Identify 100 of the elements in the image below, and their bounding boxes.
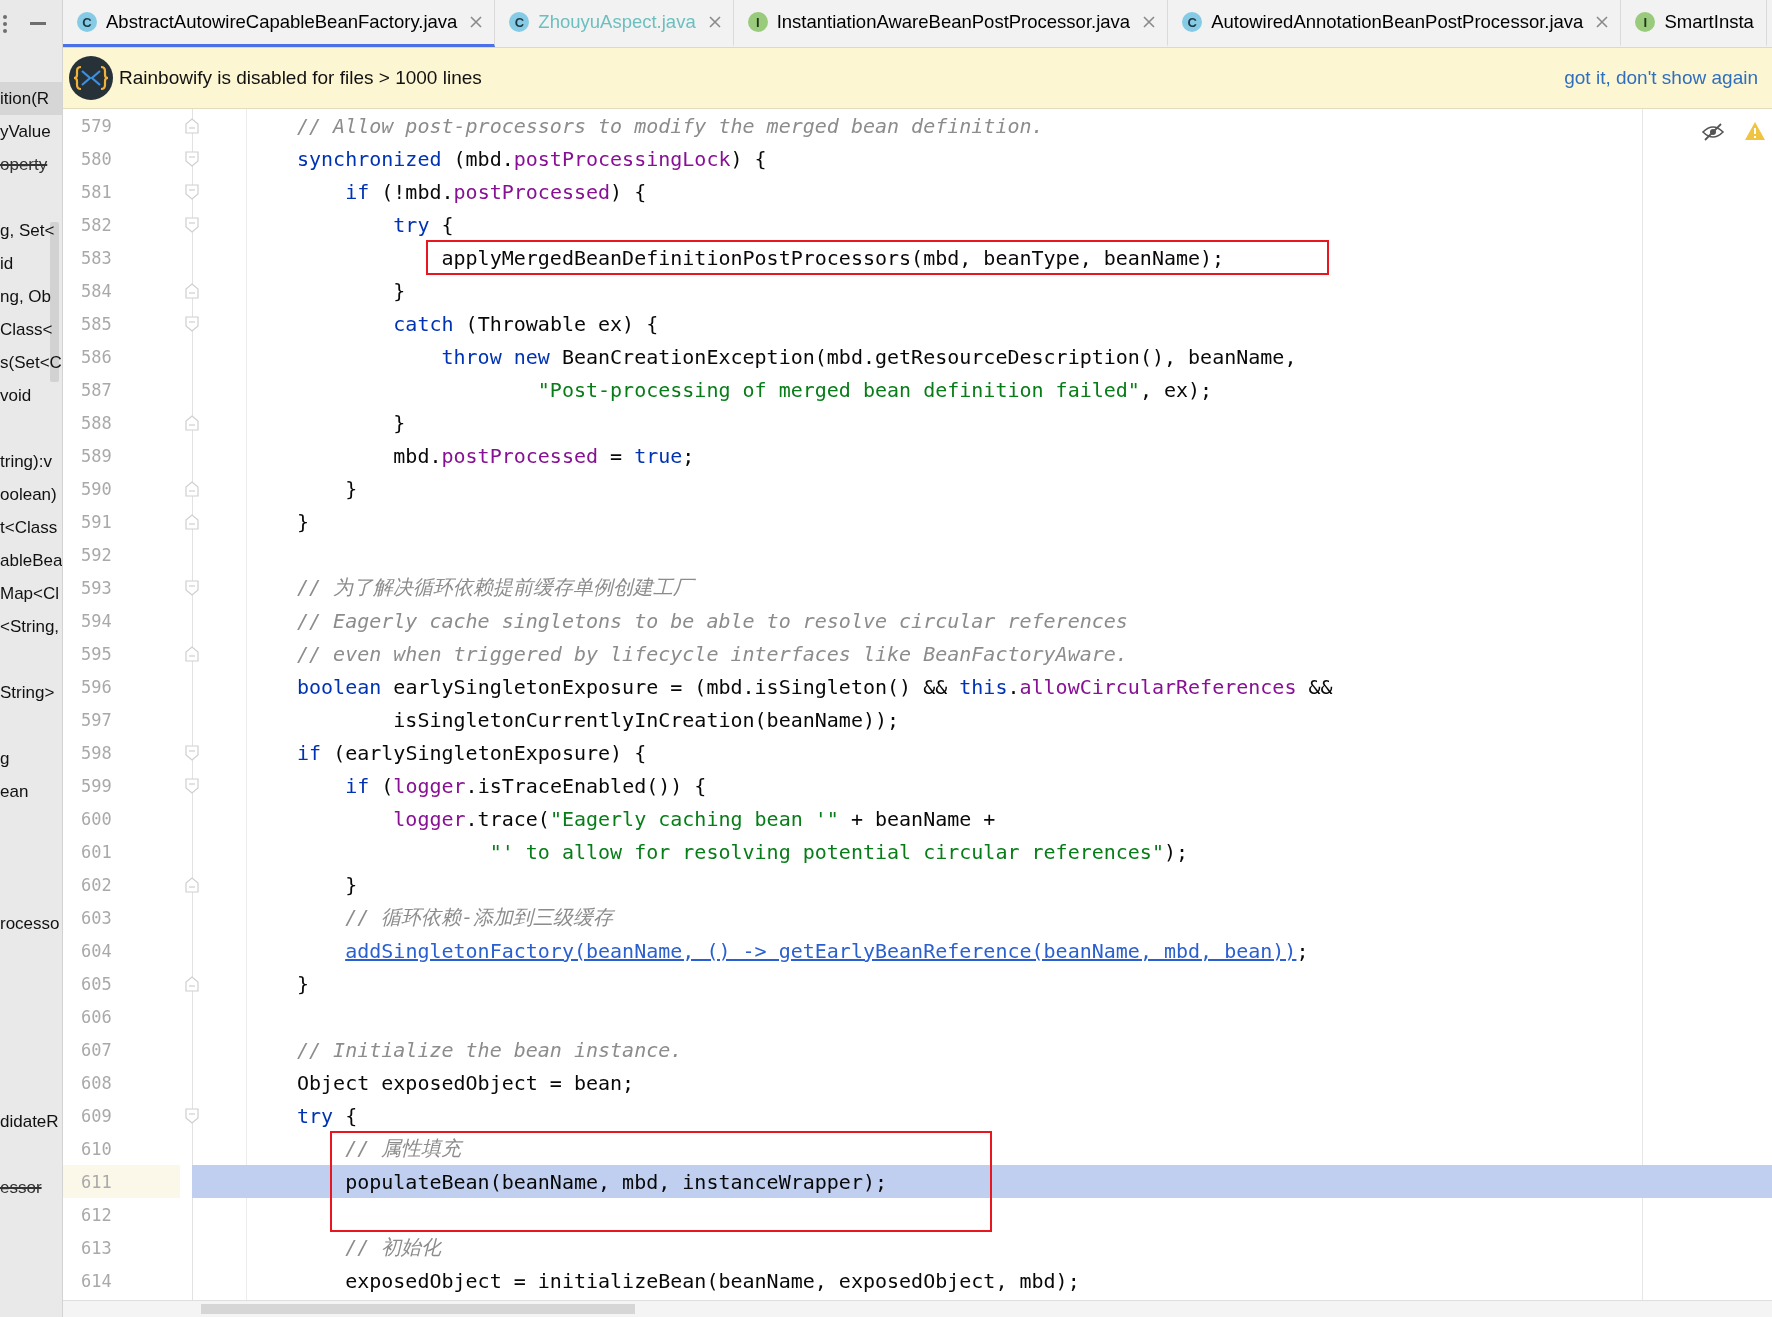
structure-item[interactable]: didateR xyxy=(0,1111,59,1132)
line-number: 605 xyxy=(81,973,112,994)
scrollbar-thumb[interactable] xyxy=(201,1304,635,1314)
line-number: 602 xyxy=(81,874,112,895)
structure-item[interactable]: ableBea xyxy=(0,550,62,571)
structure-item[interactable]: Class< xyxy=(0,319,53,340)
code-line: synchronized (mbd.postProcessingLock) { xyxy=(297,146,767,171)
line-number: 600 xyxy=(81,808,112,829)
close-icon[interactable] xyxy=(1143,16,1156,28)
fold-icon[interactable] xyxy=(185,579,199,596)
structure-item[interactable]: g, Set< xyxy=(0,220,55,241)
code-line: if (logger.isTraceEnabled()) { xyxy=(344,773,707,798)
line-number: 581 xyxy=(81,181,112,202)
file-type-icon: C xyxy=(77,12,97,32)
code-line: } xyxy=(344,872,358,897)
line-number: 609 xyxy=(81,1105,112,1126)
fold-icon[interactable] xyxy=(185,216,199,233)
editor-tab[interactable]: C AutowiredAnnotationBeanPostProcessor.java xyxy=(1168,0,1622,47)
fold-icon[interactable] xyxy=(185,480,199,497)
structure-item[interactable]: essor xyxy=(0,1177,42,1198)
line-number: 590 xyxy=(81,478,112,499)
structure-item[interactable]: yValue xyxy=(0,121,51,142)
line-number: 584 xyxy=(81,280,112,301)
file-type-icon: I xyxy=(747,12,768,32)
code-line: } xyxy=(297,509,310,534)
line-number: 595 xyxy=(81,643,112,664)
structure-item[interactable]: oolean) xyxy=(0,484,57,505)
code-line: "' to allow for resolving potential circular references"); xyxy=(488,839,1189,864)
fold-icon[interactable] xyxy=(185,1107,199,1124)
warning-icon[interactable] xyxy=(1744,121,1766,141)
code-line: catch (Throwable ex) { xyxy=(392,311,659,336)
structure-item[interactable]: s(Set<C xyxy=(0,352,62,373)
editor-tab[interactable]: C ZhouyuAspect.java xyxy=(495,0,734,47)
line-number: 601 xyxy=(81,841,112,862)
code-line: } xyxy=(392,278,406,303)
fold-icon[interactable] xyxy=(185,744,199,761)
fold-icon[interactable] xyxy=(185,876,199,893)
code-line: } xyxy=(392,410,406,435)
structure-item[interactable]: id xyxy=(0,253,14,274)
code-line: } xyxy=(297,971,310,996)
fold-icon[interactable] xyxy=(185,777,199,794)
structure-item[interactable]: String> xyxy=(0,682,55,703)
code-line: try { xyxy=(297,1103,358,1128)
close-icon[interactable] xyxy=(1596,16,1609,28)
line-number: 599 xyxy=(81,775,112,796)
close-icon[interactable] xyxy=(470,16,483,28)
code-line: exposedObject = initializeBean(beanName, exposedObject, mbd); xyxy=(344,1268,1080,1293)
line-number: 586 xyxy=(81,346,112,367)
structure-item[interactable]: operty xyxy=(0,154,48,175)
fold-icon[interactable] xyxy=(185,117,199,134)
line-number: 583 xyxy=(81,247,112,268)
fold-icon[interactable] xyxy=(185,150,199,167)
fold-icon[interactable] xyxy=(185,183,199,200)
banner-message: Rainbowify is disabled for files > 1000 lines xyxy=(119,67,482,89)
line-number: 587 xyxy=(81,379,112,400)
code-line: // Initialize the bean instance. xyxy=(297,1037,683,1062)
fold-icon[interactable] xyxy=(185,645,199,662)
code-line: // Allow post-processors to modify the merged bean definition. xyxy=(297,113,1044,138)
code-link[interactable]: addSingletonFactory(beanName, () -> getEarlyBeanReference(beanName, mbd, bean)) xyxy=(345,938,1297,963)
code-line: // 为了解决循环依赖提前缓存单例创建工厂 xyxy=(297,574,694,601)
editor-tab[interactable]: I SmartInsta xyxy=(1621,0,1767,47)
line-number: 612 xyxy=(81,1204,112,1225)
fold-icon[interactable] xyxy=(185,975,199,992)
minimize-icon[interactable] xyxy=(30,22,46,26)
structure-item[interactable]: ng, Ob xyxy=(0,286,52,307)
line-number: 598 xyxy=(81,742,112,763)
line-number: 614 xyxy=(81,1270,112,1291)
structure-item[interactable]: t<Class xyxy=(0,517,58,538)
code-line: throw new BeanCreationException(mbd.getResourceDescription(), beanName, xyxy=(440,344,1297,369)
structure-item[interactable]: tring):v xyxy=(0,451,52,472)
line-number: 608 xyxy=(81,1072,112,1093)
structure-item[interactable]: ean xyxy=(0,781,29,802)
code-line: boolean earlySingletonExposure = (mbd.isSingleton() && this.allowCircularReferences && xyxy=(297,674,1333,699)
code-line: addSingletonFactory(beanName, () -> getEarlyBeanReference(beanName, mbd, bean)); xyxy=(344,938,1309,963)
close-icon[interactable] xyxy=(708,16,721,28)
fold-icon[interactable] xyxy=(185,414,199,431)
code-line: // Eagerly cache singletons to be able to resolve circular references xyxy=(297,608,1128,633)
fold-icon[interactable] xyxy=(185,315,199,332)
line-number: 579 xyxy=(81,115,112,136)
structure-item[interactable]: void xyxy=(0,385,32,406)
structure-item[interactable]: rocesso xyxy=(0,913,60,934)
code-line: } xyxy=(344,476,358,501)
line-number: 580 xyxy=(81,148,112,169)
line-number: 611 xyxy=(81,1171,112,1192)
line-number: 610 xyxy=(81,1138,112,1159)
line-number: 589 xyxy=(81,445,112,466)
fold-icon[interactable] xyxy=(185,513,199,530)
hidden-eye-icon[interactable] xyxy=(1702,123,1724,141)
file-type-icon: C xyxy=(509,12,530,32)
fold-icon[interactable] xyxy=(185,282,199,299)
plugin-logo-icon xyxy=(69,56,113,100)
line-number: 594 xyxy=(81,610,112,631)
structure-item[interactable]: <String, xyxy=(0,616,60,637)
editor-tab[interactable]: I InstantiationAwareBeanPostProcessor.java xyxy=(733,0,1169,47)
more-icon[interactable] xyxy=(2,14,8,34)
code-line: mbd.postProcessed = true; xyxy=(392,443,695,468)
structure-item[interactable]: g xyxy=(0,748,10,769)
line-number: 582 xyxy=(81,214,112,235)
dismiss-link[interactable]: got it, don't show again xyxy=(1564,67,1758,89)
structure-item[interactable]: Map<Cl xyxy=(0,583,60,604)
